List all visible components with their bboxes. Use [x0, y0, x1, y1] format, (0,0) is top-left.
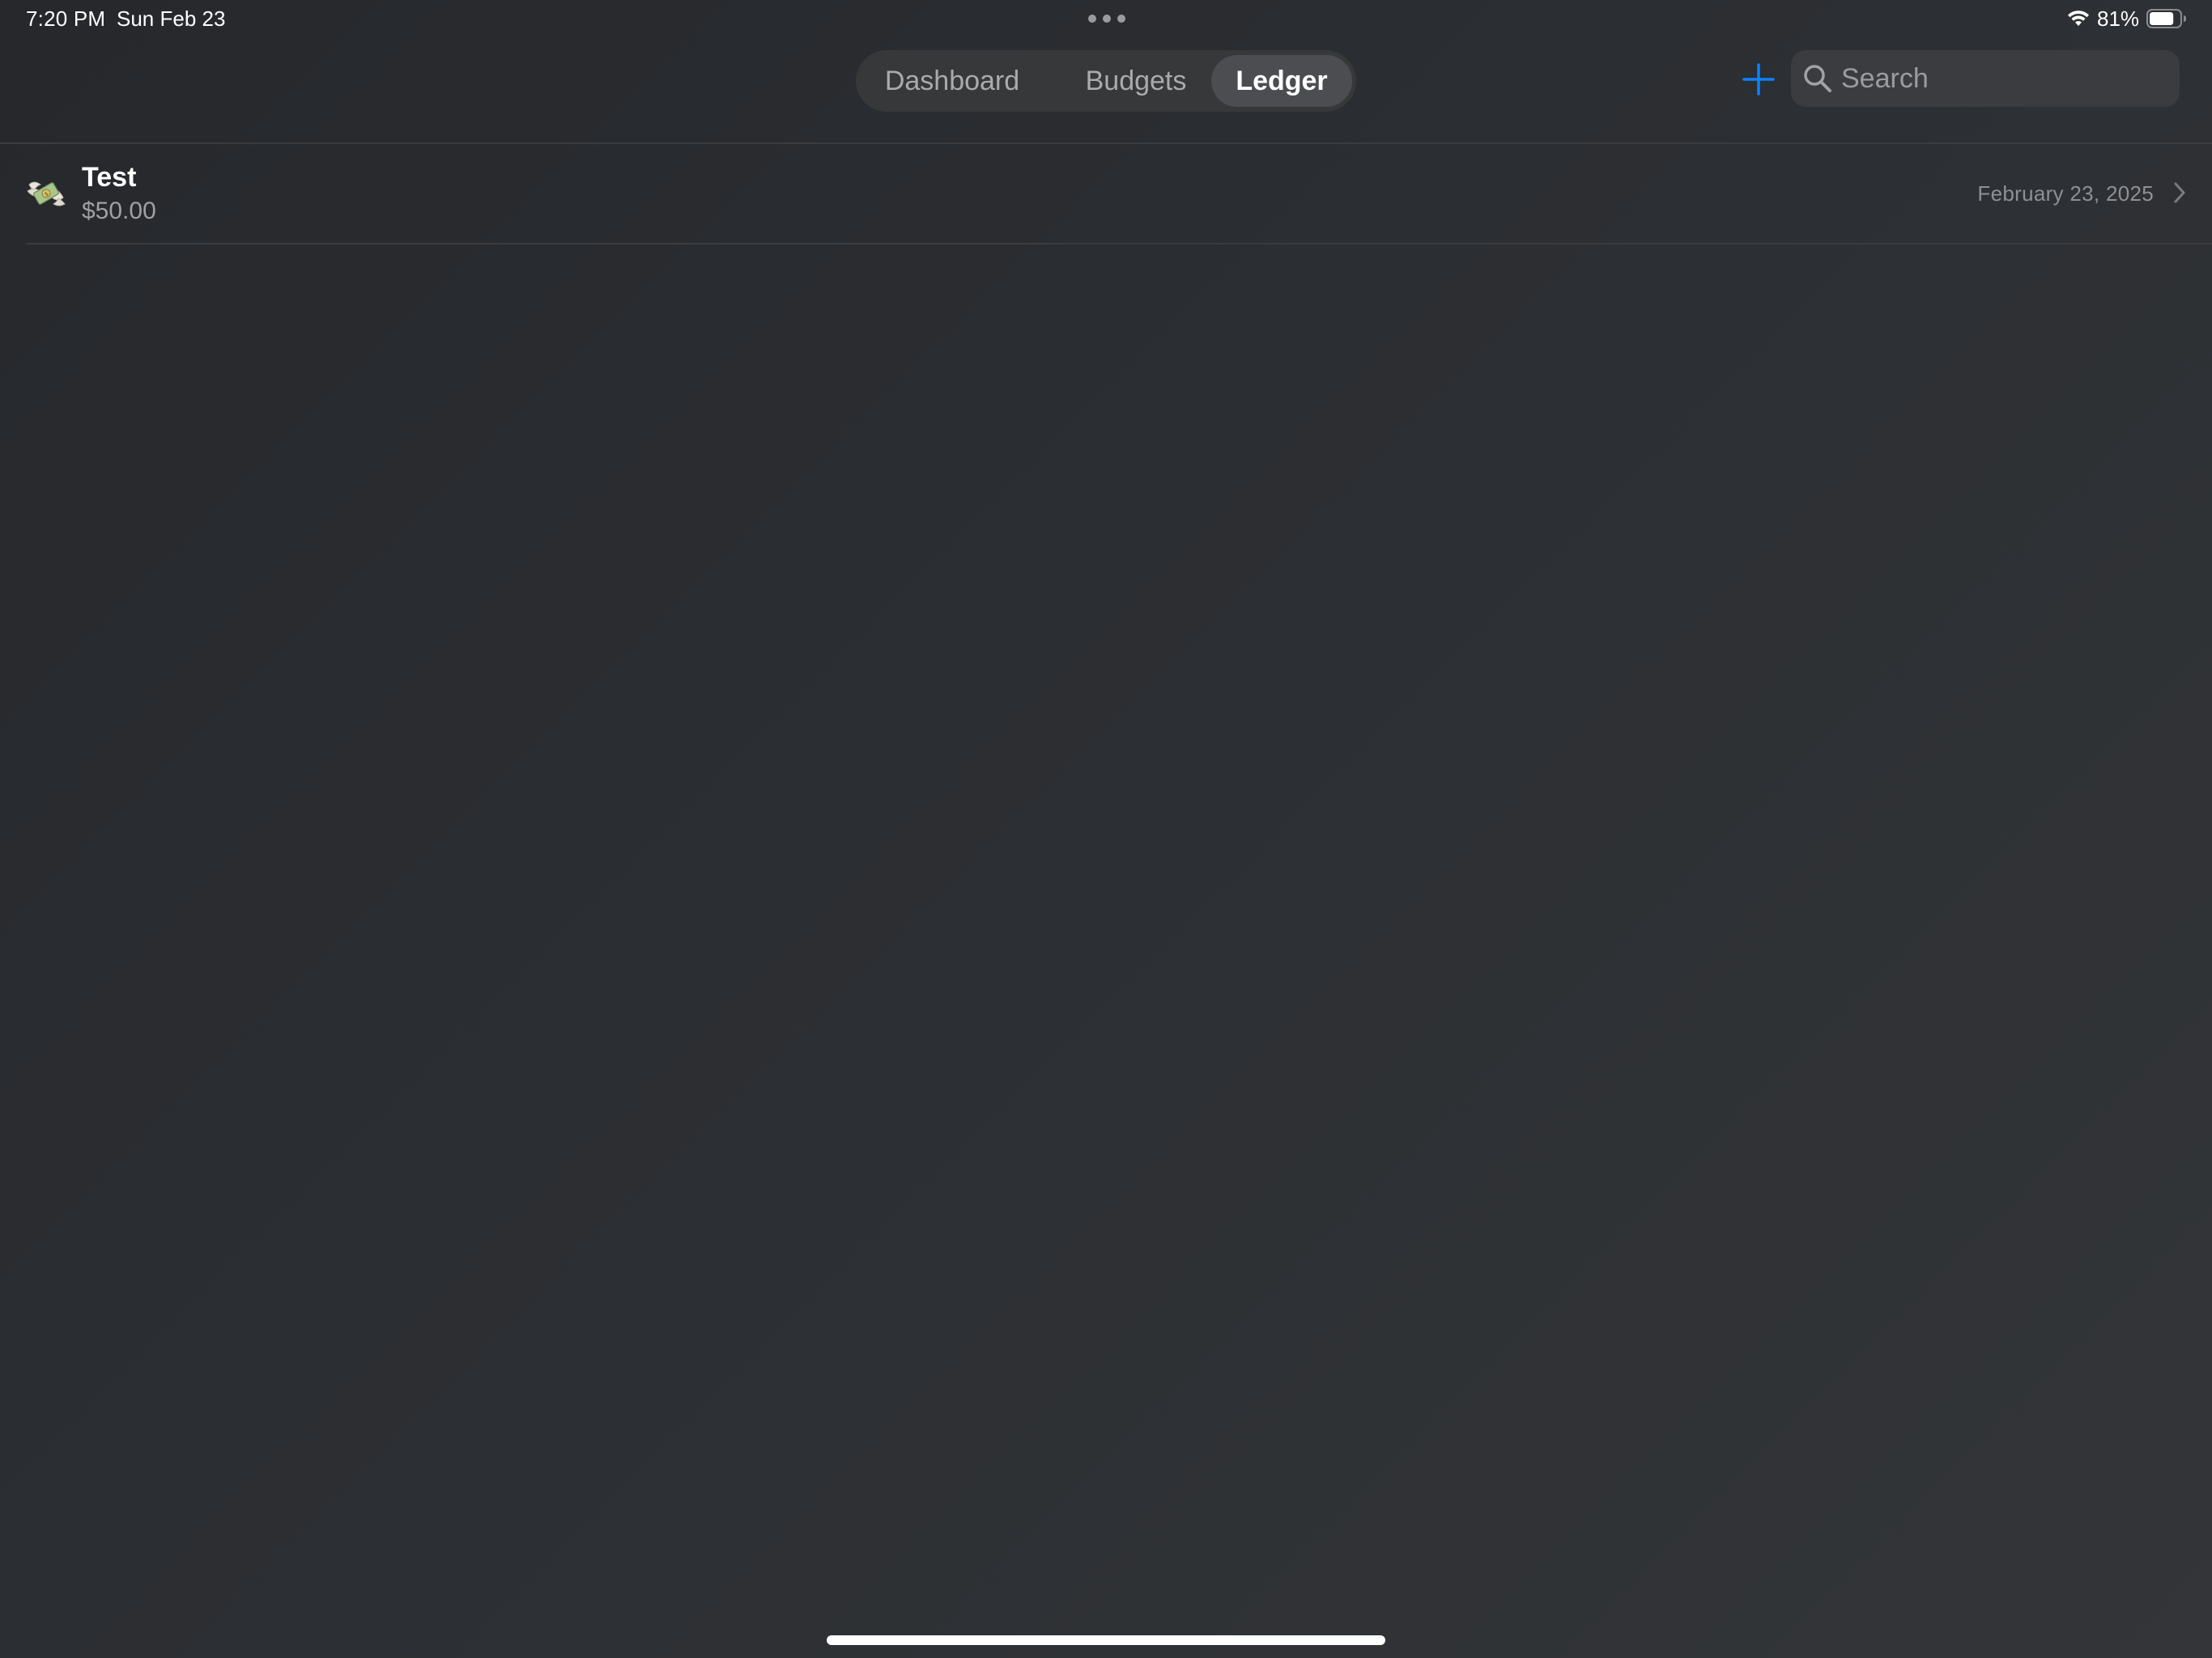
- battery-icon: [2146, 9, 2186, 28]
- search-icon: [1804, 65, 1831, 92]
- status-date: Sun Feb 23: [117, 6, 226, 31]
- home-indicator[interactable]: [827, 1635, 1385, 1645]
- dot: [1117, 15, 1125, 23]
- battery-percent: 81%: [2097, 6, 2140, 31]
- chevron-right-icon: [2174, 182, 2185, 203]
- wifi-icon: [2068, 11, 2089, 26]
- ledger-row[interactable]: $ Test $50.00 February 23, 2025: [26, 144, 2212, 243]
- tab-dashboard[interactable]: Dashboard: [862, 55, 1042, 107]
- status-time: 7:20 PM: [26, 6, 106, 31]
- tab-ledger[interactable]: Ledger: [1211, 55, 1352, 107]
- status-bar: 7:20 PM Sun Feb 23 81%: [0, 0, 2212, 39]
- entry-title: Test: [82, 162, 137, 193]
- multitasking-menu-icon[interactable]: [1088, 15, 1125, 24]
- entry-amount: $50.00: [82, 198, 156, 224]
- plus-icon[interactable]: [1741, 62, 1776, 97]
- search-bar[interactable]: [1791, 50, 2180, 107]
- dot: [1088, 15, 1096, 23]
- search-input[interactable]: [1841, 50, 2165, 107]
- dot: [1103, 15, 1111, 23]
- tab-budgets[interactable]: Budgets: [1047, 55, 1225, 107]
- money-with-wings-icon: $: [27, 181, 66, 206]
- entry-date: February 23, 2025: [1977, 181, 2154, 206]
- tab-bar: Dashboard Budgets Ledger: [856, 50, 1356, 112]
- row-divider: [26, 243, 2212, 244]
